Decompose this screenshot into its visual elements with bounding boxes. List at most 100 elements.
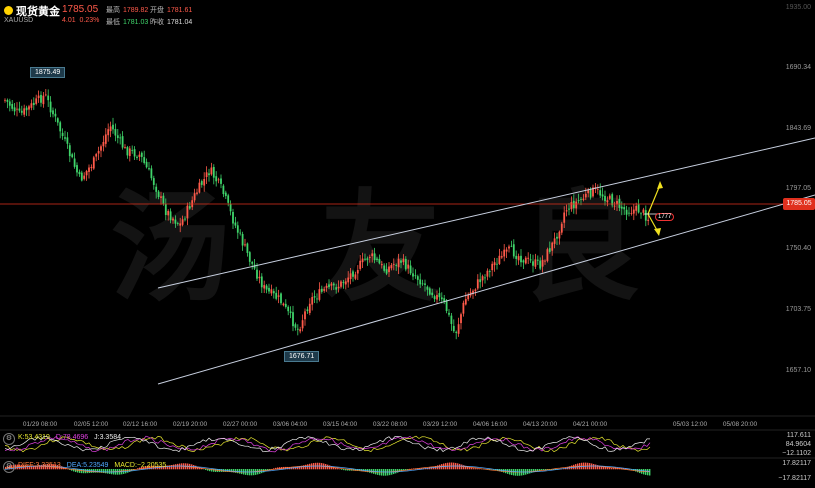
candle <box>287 305 290 316</box>
price-chart[interactable] <box>0 0 815 488</box>
candle <box>90 164 93 172</box>
candle <box>85 169 88 181</box>
macd-bar <box>471 467 473 470</box>
kdj-values: K:53.4319 D:78.4696 J:3.3584 <box>18 434 121 441</box>
channel-lower-line[interactable] <box>157 194 815 385</box>
candle <box>347 271 350 288</box>
candle <box>467 292 470 302</box>
macd-bar <box>461 464 463 470</box>
macd-bar <box>595 464 597 470</box>
candle <box>623 203 626 215</box>
candle <box>181 215 184 227</box>
candle <box>520 249 522 267</box>
candle <box>311 292 314 311</box>
candle <box>438 287 441 302</box>
candle <box>193 188 196 203</box>
candle <box>224 190 227 200</box>
candle <box>534 253 537 270</box>
candle <box>308 298 311 316</box>
candle <box>330 282 333 291</box>
candle <box>253 259 256 270</box>
candle <box>119 133 122 145</box>
macd-bar <box>77 469 79 473</box>
candle <box>546 247 549 263</box>
candle <box>128 146 131 162</box>
candle <box>328 279 330 290</box>
candle <box>337 280 340 293</box>
date-label: 01/29 08:00 <box>22 421 58 428</box>
candle <box>220 174 222 189</box>
candle <box>436 290 438 304</box>
candle <box>272 288 275 299</box>
macd-settings-icon[interactable]: ⚙ <box>3 461 15 473</box>
candle <box>282 302 285 307</box>
candle <box>323 286 326 293</box>
date-label: 03/06 04:00 <box>272 421 308 428</box>
candle <box>529 253 532 263</box>
drawing-price-label[interactable]: 1777 <box>655 213 675 221</box>
candle <box>419 273 422 288</box>
candle <box>148 162 150 171</box>
candle <box>179 217 182 233</box>
date-label: 02/27 00:00 <box>222 421 258 428</box>
macd-bar <box>473 468 475 470</box>
candle <box>299 326 302 334</box>
candle <box>630 206 633 216</box>
date-label: 02/05 12:00 <box>73 421 109 428</box>
candle <box>160 191 162 205</box>
candle <box>280 292 282 306</box>
candle <box>198 178 201 194</box>
candle <box>400 258 402 269</box>
candle <box>107 123 110 142</box>
candle <box>83 172 86 181</box>
macd-bar <box>109 469 111 474</box>
candle <box>260 273 263 294</box>
kdj-settings-icon[interactable]: ⚙ <box>3 433 15 445</box>
candle <box>325 283 328 292</box>
candle <box>215 171 218 187</box>
macd-bar <box>177 463 179 470</box>
candle <box>556 232 558 245</box>
candle <box>532 254 534 273</box>
candle <box>88 164 90 179</box>
candle <box>174 215 177 228</box>
channel-upper-line[interactable] <box>157 137 815 289</box>
candle <box>251 260 254 270</box>
candle <box>104 128 107 148</box>
candle <box>30 99 33 111</box>
candle <box>359 254 362 271</box>
candle <box>522 259 525 270</box>
candle <box>227 193 230 207</box>
candle <box>568 203 570 216</box>
kdj-axis-label: −12.1102 <box>782 450 811 457</box>
candle <box>606 196 609 207</box>
candle <box>40 91 42 107</box>
candle <box>395 263 398 271</box>
candle <box>496 257 498 270</box>
candle <box>176 221 179 226</box>
kdj-axis-label: 84.9604 <box>785 441 811 448</box>
price-axis-label: 1843.69 <box>785 125 811 132</box>
candle <box>140 151 143 163</box>
candle <box>212 164 215 185</box>
price-axis-top: 1935.00 <box>785 4 811 11</box>
candle <box>289 306 292 319</box>
date-label: 05/08 20:00 <box>722 421 758 428</box>
candle <box>222 184 225 198</box>
candle <box>479 272 482 289</box>
candle <box>462 300 465 317</box>
candle <box>517 253 520 265</box>
candle <box>296 324 299 336</box>
candle <box>205 166 208 184</box>
candle <box>416 274 419 286</box>
date-label: 03/22 08:00 <box>372 421 408 428</box>
date-label: 05/03 12:00 <box>672 421 708 428</box>
macd-bar <box>305 464 307 470</box>
candle <box>138 151 141 162</box>
candle <box>246 242 249 257</box>
candle <box>112 117 114 134</box>
macd-bar <box>529 469 531 474</box>
candle <box>71 152 74 159</box>
candle <box>56 117 59 126</box>
macd-bar <box>175 464 177 470</box>
